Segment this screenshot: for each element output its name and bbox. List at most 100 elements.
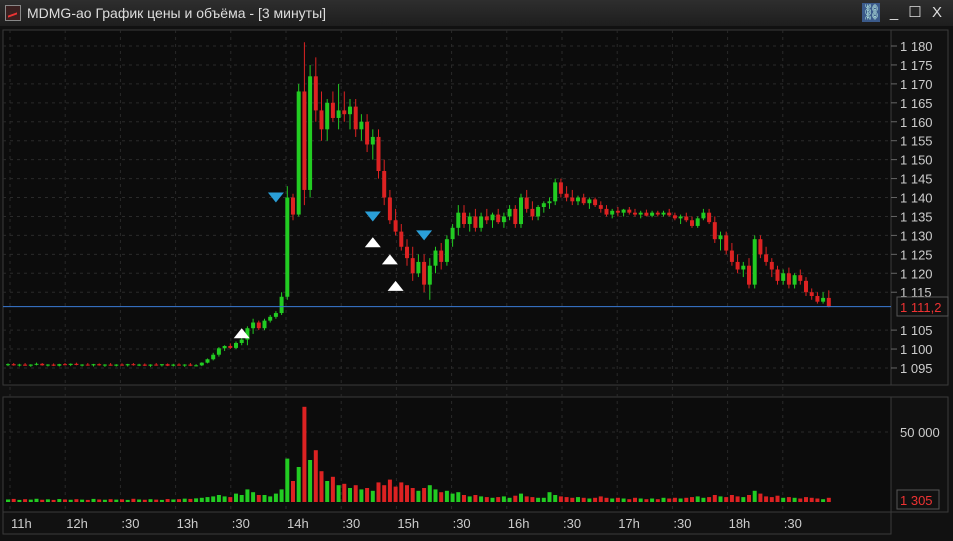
candle-up: [456, 212, 461, 228]
candle-up: [450, 227, 455, 240]
candle-down: [570, 197, 575, 202]
candle-up: [359, 121, 364, 130]
candle-down: [85, 364, 90, 366]
time-tick-label: 16h: [508, 516, 530, 531]
candle-down: [131, 364, 136, 366]
candle-up: [752, 239, 757, 285]
volume-bar: [177, 499, 181, 502]
candle-up: [273, 313, 278, 317]
candle-up: [638, 212, 643, 215]
time-tick-label: 17h: [618, 516, 640, 531]
candle-down: [382, 171, 387, 198]
volume-bar: [615, 497, 620, 502]
candle-up: [348, 106, 352, 115]
volume-bar: [114, 499, 119, 502]
candle-down: [747, 265, 751, 285]
volume-bar: [610, 498, 615, 502]
minimize-button[interactable]: _: [885, 3, 903, 22]
volume-bar: [422, 488, 427, 502]
candle-up: [251, 322, 256, 329]
volume-bar: [11, 498, 16, 502]
candle-up: [610, 210, 615, 215]
volume-bar: [553, 495, 558, 502]
volume-bar: [211, 496, 216, 502]
volume-bar: [63, 499, 67, 502]
time-tick-label: :30: [563, 516, 581, 531]
chart-canvas[interactable]: 1 180 1 175 1 170 1 165 1 160 1 155 1 150 1 145…: [0, 26, 953, 541]
volume-bar: [342, 483, 347, 502]
volume-bar: [302, 406, 307, 502]
candle-down: [644, 212, 649, 216]
time-tick-label: :30: [784, 516, 802, 531]
volume-bar: [348, 488, 352, 502]
volume-bar: [781, 497, 786, 502]
volume-bar: [6, 499, 10, 502]
candle-down: [764, 254, 769, 262]
volume-bar: [171, 499, 176, 502]
volume-bar: [496, 497, 501, 502]
volume-bar: [747, 495, 751, 502]
volume-bar: [148, 499, 153, 502]
window-title: MDMG-ao График цены и объёма - [3 минуты…: [27, 5, 327, 21]
price-tick-label: 1 135: [900, 209, 933, 224]
candle-down: [815, 296, 820, 302]
volume-bar: [598, 496, 603, 502]
volume-bar: [484, 497, 489, 502]
volume-bar: [228, 497, 233, 502]
volume-bar: [80, 499, 85, 502]
close-button[interactable]: X: [928, 3, 946, 22]
volume-bar: [826, 497, 831, 502]
volume-bar: [182, 498, 187, 502]
candle-up: [501, 216, 506, 223]
volume-bar: [804, 497, 808, 502]
time-tick-label: 14h: [287, 516, 309, 531]
candle-down: [707, 212, 712, 223]
candle-up: [137, 364, 142, 366]
price-panel[interactable]: [2, 29, 892, 386]
candle-up: [792, 275, 797, 285]
volume-bar: [519, 493, 523, 502]
price-tick-label: 1 095: [900, 361, 933, 376]
volume-bar: [34, 498, 39, 502]
candle-up: [695, 218, 700, 226]
link-icon[interactable]: ⛓: [862, 3, 881, 22]
candle-down: [758, 239, 763, 255]
price-volume-chart[interactable]: 1 180 1 175 1 170 1 165 1 160 1 155 1 150 1 145…: [0, 26, 953, 541]
candle-down: [74, 363, 79, 365]
maximize-button[interactable]: ☐: [906, 3, 924, 22]
candle-down: [365, 121, 370, 145]
volume-bar: [405, 485, 409, 502]
volume-bar: [439, 492, 444, 502]
candle-up: [182, 364, 187, 366]
candle-up: [262, 320, 267, 329]
candle-up: [6, 364, 10, 366]
volume-bar: [724, 497, 729, 502]
candle-up: [279, 296, 284, 314]
candle-down: [633, 212, 637, 215]
volume-bar: [667, 498, 672, 502]
volume-bar: [433, 489, 438, 502]
volume-bar: [336, 485, 341, 502]
candle-up: [490, 214, 495, 221]
volume-bar: [416, 490, 421, 502]
volume-bar: [330, 476, 335, 502]
candle-up: [587, 199, 592, 204]
volume-bar: [296, 467, 301, 502]
price-tick-label: 1 150: [900, 153, 933, 168]
volume-bar: [97, 499, 102, 502]
volume-bar: [729, 495, 734, 502]
candle-up: [308, 76, 313, 190]
volume-bar: [576, 497, 580, 502]
candle-up: [194, 365, 199, 367]
candle-down: [564, 193, 569, 198]
candle-up: [268, 316, 273, 321]
volume-bar: [370, 490, 375, 502]
volume-bar: [325, 481, 330, 502]
price-tick-label: 1 180: [900, 39, 933, 54]
candle-up: [222, 346, 227, 349]
title-bar: MDMG-ao График цены и объёма - [3 минуты…: [0, 0, 953, 26]
candle-down: [97, 364, 102, 366]
volume-bar: [462, 495, 466, 502]
volume-bar: [570, 497, 575, 502]
volume-bar: [490, 497, 495, 502]
